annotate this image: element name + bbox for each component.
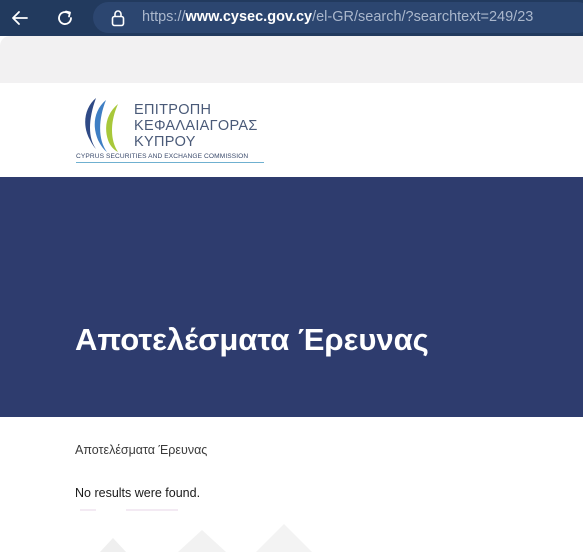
back-arrow-icon[interactable]	[8, 6, 32, 30]
logo-subtitle: CYPRUS SECURITIES AND EXCHANGE COMMISSIO…	[76, 153, 249, 160]
logo-line-1: ΕΠΙΤΡΟΠΗ	[134, 102, 212, 118]
lock-icon[interactable]	[110, 9, 126, 27]
page-title: Αποτελέσματα Έρευνας	[75, 322, 429, 357]
top-strip	[0, 36, 583, 83]
page-banner	[0, 177, 583, 417]
logo-line-3: ΚΥΠΡΟΥ	[134, 134, 196, 150]
no-results-message: No results were found.	[75, 486, 201, 500]
breadcrumb[interactable]: Αποτελέσματα Έρευνας	[75, 443, 207, 457]
logo-line-2: ΚΕΦΑΛΑΙΑΓΟΡΑΣ	[134, 118, 258, 134]
logo-underline	[76, 162, 264, 163]
decorative-shapes	[80, 509, 312, 552]
reload-icon[interactable]	[53, 6, 77, 30]
url-text[interactable]: https://www.cysec.gov.cy/el-GR/search/?s…	[142, 8, 533, 26]
